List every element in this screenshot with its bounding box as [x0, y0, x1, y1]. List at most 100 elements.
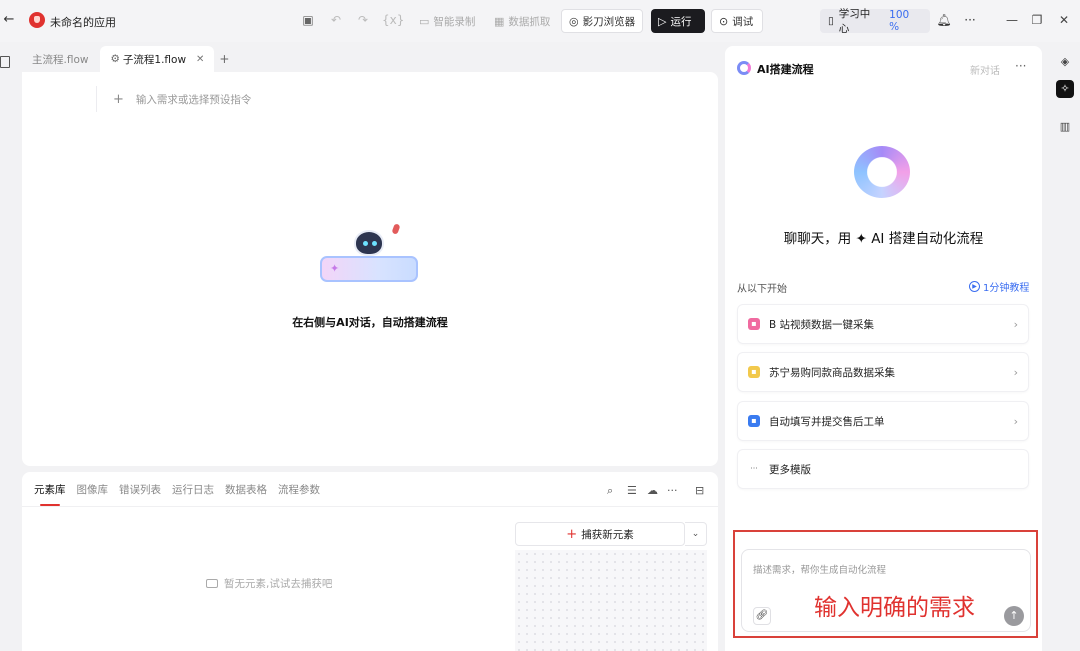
tab-element-library[interactable]: 元素库: [34, 482, 66, 506]
debug-play-icon: ⊙: [719, 14, 729, 28]
browser-button[interactable]: ◎ 影刀浏览器: [561, 9, 644, 33]
smart-record-button[interactable]: ▭ 智能录制: [412, 9, 482, 33]
more-icon[interactable]: ···: [667, 484, 678, 497]
book-icon: ▯: [828, 15, 834, 27]
tab-main-flow[interactable]: 主流程.flow: [22, 46, 98, 72]
robot-eye: [372, 241, 377, 246]
add-tab-icon[interactable]: +: [214, 52, 234, 66]
suning-icon: ▪: [748, 366, 760, 378]
close-window-icon[interactable]: ✕: [1056, 12, 1072, 28]
tab-image-library[interactable]: 图像库: [77, 482, 109, 506]
command-input[interactable]: + 输入需求或选择预设指令: [96, 86, 251, 112]
send-arrow-icon[interactable]: ↑: [1004, 606, 1024, 626]
more-templates-item[interactable]: ··· 更多模版: [737, 449, 1029, 489]
ai-prompt-input[interactable]: 描述需求，帮你生成自动化流程 🔗︎ 输入明确的需求 ↑: [741, 549, 1031, 632]
plus-icon: +: [566, 526, 578, 542]
learning-center-button[interactable]: ▯ 学习中心 100 %: [820, 8, 930, 35]
chevron-down-icon[interactable]: ⌄: [685, 522, 707, 546]
filter-list-icon[interactable]: ☰: [627, 484, 637, 497]
headset-icon: ▪: [748, 415, 760, 427]
subflow-icon: ⚙︎: [110, 53, 120, 65]
tab-flow-params[interactable]: 流程参数: [278, 482, 320, 506]
flow-canvas[interactable]: + 输入需求或选择预设指令 ✦ 在右侧与AI对话，自动搭建流程: [22, 72, 718, 466]
tab-run-log[interactable]: 运行日志: [172, 482, 214, 506]
redo-icon[interactable]: ↷: [355, 12, 371, 28]
search-icon[interactable]: ⌕: [607, 484, 613, 498]
template-item[interactable]: ▪ B 站视频数据一键采集 ›: [737, 304, 1029, 344]
panel-collapse-icon[interactable]: ⊟: [695, 484, 704, 497]
sparkle-icon: ✦: [330, 262, 340, 275]
debug-button[interactable]: ⊙ 调试: [711, 9, 763, 33]
flow-tabs: 主流程.flow ⚙︎ 子流程1.flow ✕ +: [22, 46, 718, 72]
input-highlight-frame: 描述需求，帮你生成自动化流程 🔗︎ 输入明确的需求 ↑: [733, 530, 1038, 638]
browser-label: 影刀浏览器: [582, 15, 636, 28]
undo-icon[interactable]: ↶: [328, 12, 344, 28]
template-item[interactable]: ▪ 自动填写并提交售后工单 ›: [737, 401, 1029, 441]
variable-icon[interactable]: {x}: [382, 12, 404, 28]
table-icon: ▦: [494, 14, 505, 28]
template-item[interactable]: ▪ 苏宁易购同款商品数据采集 ›: [737, 352, 1029, 392]
capture-label: 捕获新元素: [581, 528, 634, 541]
start-label: 从以下开始: [737, 284, 787, 295]
template-label: B 站视频数据一键采集: [769, 318, 875, 331]
tab-subflow-1[interactable]: ⚙︎ 子流程1.flow ✕: [100, 46, 215, 72]
element-preview-grid: [515, 550, 707, 651]
annotation-text: 输入明确的需求: [814, 595, 975, 621]
debug-label: 调试: [732, 15, 754, 28]
ai-sparkle-icon[interactable]: ✧: [1056, 80, 1074, 98]
ai-logo-icon: [737, 61, 751, 75]
tutorial-link[interactable]: ▶ 1分钟教程: [969, 279, 1029, 294]
prompt-placeholder: 描述需求，帮你生成自动化流程: [753, 565, 887, 576]
tab-error-list[interactable]: 错误列表: [119, 482, 161, 506]
cloud-upload-icon[interactable]: ☁︎: [647, 484, 658, 497]
back-arrow-icon[interactable]: ←: [2, 13, 16, 27]
divider: [22, 506, 718, 507]
chevron-right-icon: ›: [1013, 414, 1018, 428]
play-icon: ▷: [658, 14, 667, 28]
command-placeholder: 输入需求或选择预设指令: [135, 93, 252, 106]
chevron-right-icon: ›: [1013, 365, 1018, 379]
data-extract-button[interactable]: ▦ 数据抓取: [487, 9, 557, 33]
chevron-right-icon: ›: [1013, 317, 1018, 331]
robot-eye: [363, 241, 368, 246]
canvas-hint: 在右侧与AI对话，自动搭建流程: [292, 316, 448, 329]
save-icon[interactable]: ▣: [300, 12, 316, 28]
tab-label: 主流程.flow: [32, 53, 89, 66]
close-tab-icon[interactable]: ✕: [196, 54, 204, 65]
ellipsis-icon: ···: [750, 464, 758, 473]
tutorial-label: 1分钟教程: [983, 283, 1030, 294]
chrome-icon: ◎: [569, 14, 579, 28]
data-extract-label: 数据抓取: [508, 15, 551, 28]
ai-orb-icon: [854, 146, 910, 198]
plus-icon: +: [113, 91, 124, 107]
restore-icon[interactable]: ❐: [1029, 12, 1045, 28]
video-icon: ▭: [419, 14, 430, 28]
sidebar-toggle-icon[interactable]: [0, 56, 10, 68]
run-button[interactable]: ▷ 运行: [651, 9, 705, 33]
template-label: 苏宁易购同款商品数据采集: [769, 366, 895, 379]
capture-element-button[interactable]: + 捕获新元素: [515, 522, 685, 546]
minimize-icon[interactable]: —: [1004, 12, 1020, 28]
layers-icon[interactable]: ◈: [1056, 53, 1074, 71]
link-icon[interactable]: 🔗︎: [753, 607, 771, 625]
template-label: 更多模版: [769, 463, 811, 476]
more-icon[interactable]: ···: [962, 12, 978, 28]
book-panel-icon[interactable]: ▥: [1056, 118, 1074, 136]
learning-center-label: 学习中心: [838, 8, 871, 35]
more-icon[interactable]: ···: [1015, 59, 1026, 73]
empty-text: 暂无元素,试试去捕获吧: [224, 578, 333, 590]
template-label: 自动填写并提交售后工单: [769, 415, 885, 428]
robot-head: [354, 230, 384, 256]
tab-data-table[interactable]: 数据表格: [225, 482, 267, 506]
app-title: 未命名的应用: [50, 16, 116, 29]
ai-headline: 聊聊天，用 ✦ AI 搭建自动化流程: [783, 231, 984, 247]
progress-percent: 100 %: [889, 9, 910, 33]
new-chat-button[interactable]: 新对话: [970, 62, 1000, 77]
bell-icon[interactable]: 🔔︎: [936, 12, 952, 28]
run-label: 运行: [670, 15, 692, 28]
robot-illustration: ✦: [320, 223, 420, 288]
bilibili-icon: ▪: [748, 318, 760, 330]
title-bar: ← 未命名的应用 ▣ ↶ ↷ {x} ▭ 智能录制 ▦ 数据抓取 ◎ 影刀浏览器…: [0, 0, 1080, 42]
bottom-panel: 元素库 图像库 错误列表 运行日志 数据表格 流程参数 ⌕ ☰ ☁︎ ··· ⊟…: [22, 472, 718, 651]
play-circle-icon: ▶: [969, 281, 980, 292]
